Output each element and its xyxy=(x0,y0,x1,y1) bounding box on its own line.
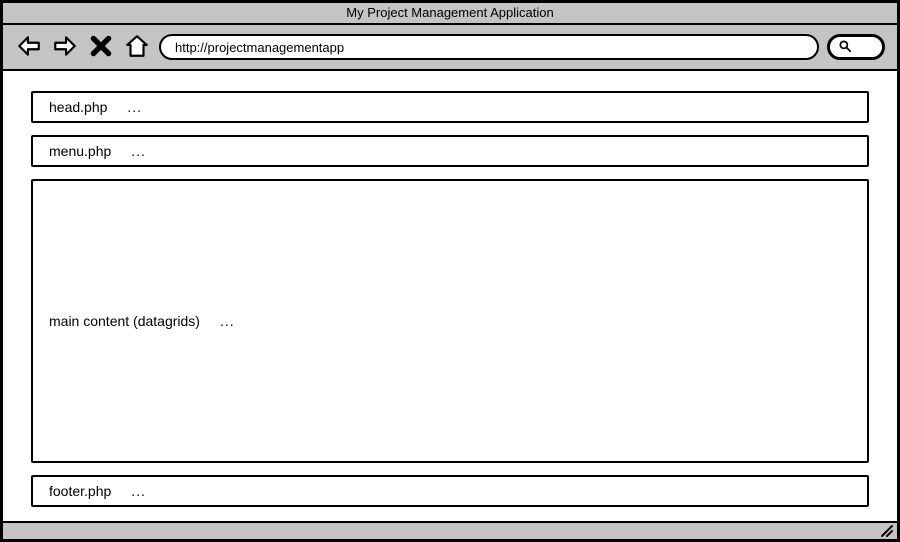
search-button[interactable] xyxy=(827,34,885,60)
ellipsis-icon: ... xyxy=(127,99,142,115)
window-title: My Project Management Application xyxy=(346,5,553,20)
arrow-right-icon xyxy=(52,33,78,62)
forward-button[interactable] xyxy=(51,32,79,62)
footer-panel-label: footer.php xyxy=(49,483,111,499)
search-icon xyxy=(838,39,852,56)
window-titlebar: My Project Management Application xyxy=(3,3,897,25)
home-icon xyxy=(124,33,150,62)
resize-handle[interactable] xyxy=(878,524,894,538)
url-input[interactable] xyxy=(159,34,819,60)
x-icon xyxy=(88,33,114,62)
head-panel: head.php ... xyxy=(31,91,869,123)
menu-panel: menu.php ... xyxy=(31,135,869,167)
arrow-left-icon xyxy=(16,33,42,62)
head-panel-label: head.php xyxy=(49,99,107,115)
resize-grip-icon xyxy=(878,525,894,541)
status-bar xyxy=(3,521,897,539)
back-button[interactable] xyxy=(15,32,43,62)
main-panel-label: main content (datagrids) xyxy=(49,313,200,329)
page-content: head.php ... menu.php ... main content (… xyxy=(3,71,897,521)
footer-panel: footer.php ... xyxy=(31,475,869,507)
menu-panel-label: menu.php xyxy=(49,143,111,159)
home-button[interactable] xyxy=(123,32,151,62)
ellipsis-icon: ... xyxy=(131,143,146,159)
stop-button[interactable] xyxy=(87,32,115,62)
ellipsis-icon: ... xyxy=(131,483,146,499)
ellipsis-icon: ... xyxy=(220,313,235,329)
browser-toolbar xyxy=(3,25,897,71)
main-content-panel: main content (datagrids) ... xyxy=(31,179,869,463)
browser-window: My Project Management Application xyxy=(0,0,900,542)
